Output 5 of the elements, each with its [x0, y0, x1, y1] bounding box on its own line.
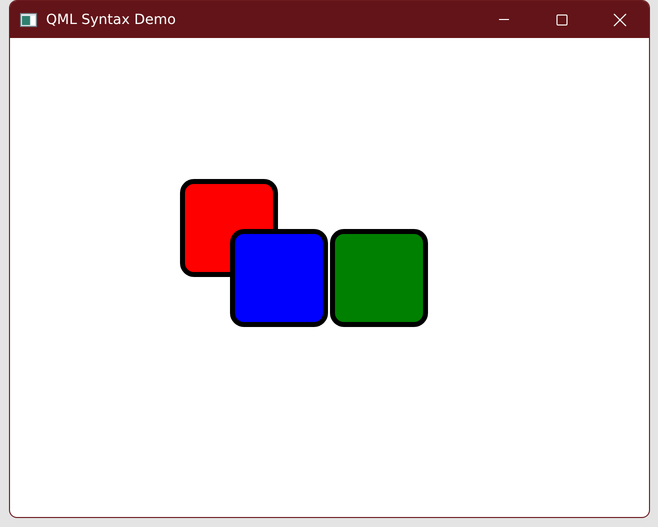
maximize-icon	[556, 14, 568, 26]
minimize-icon	[499, 19, 509, 20]
app-icon	[20, 12, 37, 26]
window-title: QML Syntax Demo	[46, 12, 177, 28]
close-icon	[613, 12, 627, 26]
